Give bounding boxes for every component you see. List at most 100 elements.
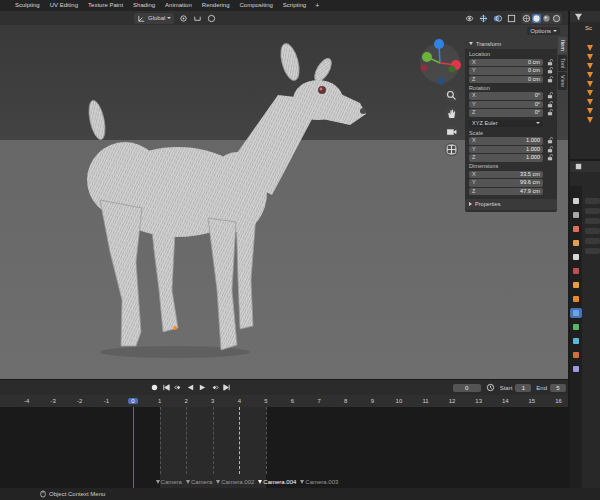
number-field[interactable]: Z1.000 bbox=[469, 154, 543, 162]
properties-tab[interactable] bbox=[570, 224, 582, 234]
camera-marker[interactable]: Camera.003 bbox=[300, 479, 338, 485]
sidebar-tab[interactable]: Item bbox=[558, 37, 567, 54]
properties-tab[interactable] bbox=[570, 308, 582, 318]
properties-tab[interactable] bbox=[570, 336, 582, 346]
rendered-shading-icon[interactable] bbox=[552, 14, 561, 23]
jump-start-icon[interactable] bbox=[162, 383, 171, 392]
solid-shading-icon[interactable] bbox=[532, 14, 541, 23]
filter-icon[interactable] bbox=[574, 12, 583, 21]
orientation-dropdown[interactable]: Global bbox=[134, 13, 174, 24]
unlocked-icon[interactable] bbox=[547, 137, 553, 144]
previous-keyframe-icon[interactable] bbox=[174, 383, 183, 392]
number-field[interactable]: Z47.9 cm bbox=[469, 188, 543, 196]
workspace-tab[interactable]: UV Editing bbox=[49, 1, 79, 10]
workspace-tab[interactable]: Rendering bbox=[201, 1, 231, 10]
unlocked-icon[interactable] bbox=[547, 109, 553, 116]
playhead[interactable] bbox=[133, 407, 134, 488]
proportional-icon[interactable] bbox=[207, 14, 216, 23]
overlay-icon[interactable] bbox=[493, 14, 502, 23]
viewport-canvas[interactable]: OptionsTransformLocationX0 cmY0 cmZ0 cmR… bbox=[0, 25, 568, 379]
number-field[interactable]: Y1.000 bbox=[469, 146, 543, 154]
end-field[interactable]: 5 bbox=[550, 384, 566, 392]
properties-tab[interactable] bbox=[570, 350, 582, 360]
navigation-gizmo[interactable] bbox=[418, 37, 466, 89]
unlocked-icon[interactable] bbox=[547, 146, 553, 153]
clock-icon[interactable] bbox=[486, 383, 495, 392]
outliner-row[interactable] bbox=[570, 52, 600, 61]
next-keyframe-icon[interactable] bbox=[210, 383, 219, 392]
number-field[interactable]: X0° bbox=[469, 92, 543, 100]
properties-header[interactable]: Properties bbox=[465, 199, 557, 210]
workspace-tab[interactable]: Sculpting bbox=[14, 1, 41, 10]
workspace-tab[interactable]: Scripting bbox=[282, 1, 307, 10]
properties-tab[interactable] bbox=[570, 252, 582, 262]
camera-marker[interactable]: Camera.002 bbox=[216, 479, 254, 485]
unlocked-icon[interactable] bbox=[547, 67, 553, 74]
outliner-row[interactable] bbox=[570, 61, 600, 70]
outliner-row[interactable] bbox=[570, 43, 600, 52]
number-field[interactable]: X33.5 cm bbox=[469, 171, 543, 179]
play-icon[interactable] bbox=[198, 383, 207, 392]
options-dropdown[interactable]: Options bbox=[527, 27, 560, 35]
outliner-row[interactable] bbox=[570, 88, 600, 97]
zoom-icon[interactable] bbox=[445, 89, 458, 102]
unlocked-icon[interactable] bbox=[547, 76, 553, 83]
current-frame-field[interactable]: 0 bbox=[453, 384, 481, 392]
outliner-row[interactable] bbox=[570, 106, 600, 115]
properties-tab[interactable] bbox=[570, 238, 582, 248]
start-field[interactable]: 1 bbox=[515, 384, 531, 392]
workspace-tab[interactable]: Animation bbox=[164, 1, 193, 10]
camera-marker[interactable]: Camera bbox=[156, 479, 182, 485]
workspace-tab[interactable]: Texture Paint bbox=[87, 1, 124, 10]
number-field[interactable]: Z0 cm bbox=[469, 76, 543, 84]
outliner-row[interactable] bbox=[570, 115, 600, 124]
play-reverse-icon[interactable] bbox=[186, 383, 195, 392]
number-field[interactable]: X1.000 bbox=[469, 137, 543, 145]
number-field[interactable]: Y0° bbox=[469, 101, 543, 109]
camera-icon[interactable] bbox=[445, 125, 458, 138]
record-icon[interactable] bbox=[150, 383, 159, 392]
snap-icon[interactable] bbox=[193, 14, 202, 23]
workspace-tab[interactable]: Shading bbox=[132, 1, 156, 10]
grid-icon[interactable] bbox=[445, 143, 458, 156]
material-shading-icon[interactable] bbox=[542, 14, 551, 23]
unlocked-icon[interactable] bbox=[547, 59, 553, 66]
number-field[interactable]: X0 cm bbox=[469, 59, 543, 67]
pivot-icon[interactable] bbox=[179, 14, 188, 23]
hand-icon[interactable] bbox=[445, 107, 458, 120]
number-field[interactable]: Y0 cm bbox=[469, 67, 543, 75]
properties-tab[interactable] bbox=[570, 196, 582, 206]
transform-header[interactable]: Transform bbox=[465, 38, 557, 49]
wireframe-shading-icon[interactable] bbox=[522, 14, 531, 23]
gizmo-toggle-icon[interactable] bbox=[479, 14, 488, 23]
camera-marker[interactable]: Camera.004 bbox=[258, 479, 296, 485]
number-field[interactable]: Y99.6 cm bbox=[469, 179, 543, 187]
sidebar-tab[interactable]: Tool bbox=[558, 55, 567, 71]
properties-tab[interactable] bbox=[570, 266, 582, 276]
unlocked-icon[interactable] bbox=[547, 154, 553, 161]
properties-tab[interactable] bbox=[570, 294, 582, 304]
properties-icon[interactable] bbox=[574, 162, 583, 171]
visibility-icon[interactable] bbox=[465, 14, 474, 23]
scene-collection-row[interactable]: Sc bbox=[570, 24, 600, 33]
unlocked-icon[interactable] bbox=[547, 92, 553, 99]
unlocked-icon[interactable] bbox=[547, 101, 553, 108]
add-workspace-button[interactable]: + bbox=[315, 1, 319, 10]
properties-tab[interactable] bbox=[570, 364, 582, 374]
outliner-row[interactable] bbox=[570, 70, 600, 79]
outliner-row[interactable] bbox=[570, 79, 600, 88]
frame-ruler[interactable]: -4-3-2-1012345678910111213141516 bbox=[0, 395, 568, 407]
rotation-mode-dropdown[interactable]: XYZ Euler bbox=[469, 120, 543, 128]
outliner-row[interactable] bbox=[570, 97, 600, 106]
timeline-area[interactable]: Camera Camera Camera.002 Camera.004 Camera.0… bbox=[0, 407, 568, 488]
workspace-tab[interactable]: Compositing bbox=[238, 1, 273, 10]
properties-tab[interactable] bbox=[570, 322, 582, 332]
jump-end-icon[interactable] bbox=[222, 383, 231, 392]
camera-marker[interactable]: Camera bbox=[186, 479, 212, 485]
3d-viewport[interactable]: GlobalOptionsTransformLocationX0 cmY0 cm… bbox=[0, 11, 568, 379]
sidebar-tab[interactable]: View bbox=[558, 72, 567, 90]
xray-icon[interactable] bbox=[507, 14, 516, 23]
properties-tab[interactable] bbox=[570, 280, 582, 290]
number-field[interactable]: Z0° bbox=[469, 109, 543, 117]
properties-tab[interactable] bbox=[570, 210, 582, 220]
